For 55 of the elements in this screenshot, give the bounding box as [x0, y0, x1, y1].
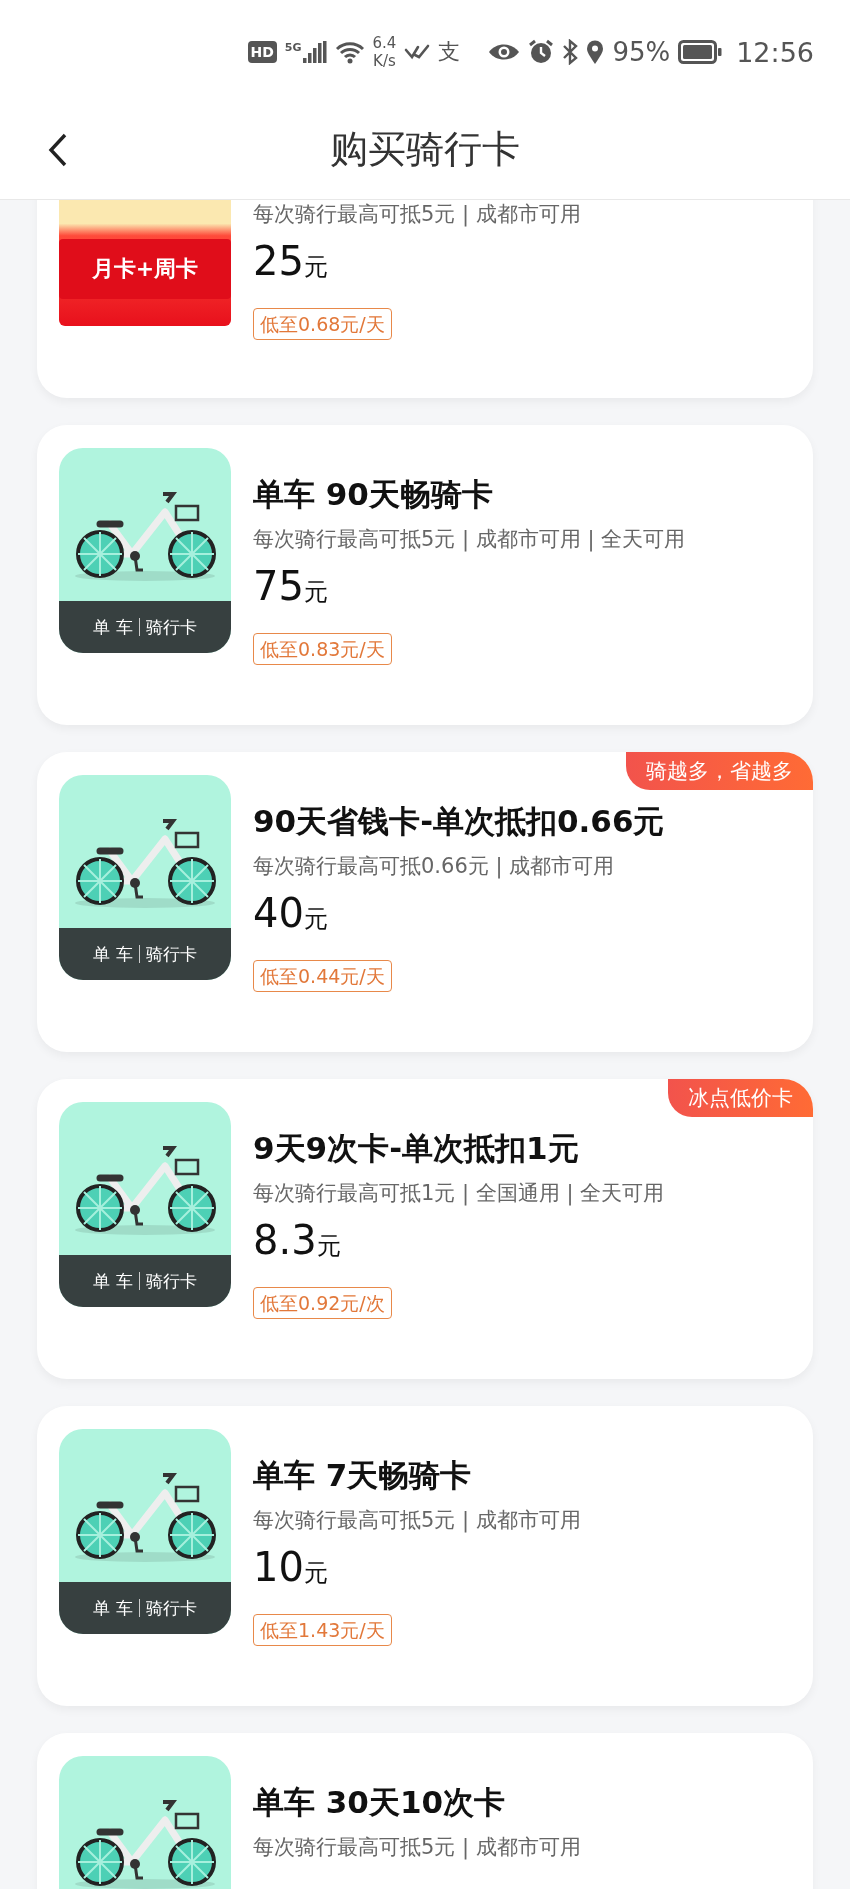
card-title: 单车 7天畅骑卡: [253, 1456, 472, 1495]
price-amount: 40: [253, 890, 304, 936]
tile-type: 骑行卡: [145, 942, 197, 966]
tile-brand: 单 车: [93, 1596, 133, 1620]
signal-icon: [302, 41, 327, 63]
tile-brand: 单 车: [93, 942, 133, 966]
card-description: 每次骑行最高可抵5元 | 成都市可用: [253, 201, 581, 229]
speed-unit: K/s: [373, 52, 396, 70]
card-title: 9天9次卡-单次抵扣1元: [253, 1129, 579, 1168]
clock-time: 12:56: [736, 36, 814, 68]
tile-type: 骑行卡: [145, 1596, 197, 1620]
tile-brand: 单 车: [93, 1269, 133, 1293]
price-unit: 元: [316, 1232, 341, 1260]
back-chevron-icon: [48, 132, 68, 167]
price-unit: 元: [303, 905, 328, 933]
unit-price-tag: 低至0.68元/天: [253, 308, 392, 340]
network-label: 5G: [284, 41, 302, 54]
unit-price-tag: 低至0.83元/天: [253, 633, 392, 665]
card-title: 单车 90天畅骑卡: [253, 475, 493, 514]
unit-price-tag: 低至0.44元/天: [253, 960, 392, 992]
price-unit: 元: [303, 1559, 328, 1587]
price-amount: 8.3: [253, 1217, 317, 1263]
bluetooth-icon: [562, 39, 579, 65]
card-description: 每次骑行最高可抵5元 | 成都市可用: [253, 1834, 581, 1862]
check-mark-icon: [404, 44, 431, 60]
tile-brand: 单 车: [93, 615, 133, 639]
unit-price-tag: 低至1.43元/天: [253, 1614, 392, 1646]
page-title: 购买骑行卡: [330, 126, 520, 173]
card-description: 每次骑行最高可抵5元 | 成都市可用: [253, 1507, 581, 1535]
card-title: 单车 30天10次卡: [253, 1783, 506, 1822]
tile-type: 骑行卡: [145, 615, 197, 639]
app-glyph: 支: [438, 38, 461, 66]
card-title: 90天省钱卡-单次抵扣0.66元: [253, 802, 665, 841]
price-amount: 75: [253, 563, 304, 609]
back-button[interactable]: [48, 132, 68, 167]
hd-badge: HD: [247, 41, 277, 63]
battery-icon: [678, 40, 723, 64]
price-unit: 元: [303, 253, 328, 281]
speed-value: 6.4: [372, 34, 397, 52]
promo-badge: 骑越多，省越多: [626, 752, 813, 790]
card-description: 每次骑行最高可抵5元 | 成都市可用 | 全天可用: [253, 526, 686, 554]
battery-percent: 95%: [612, 37, 671, 67]
unit-price-tag: 低至0.92元/次: [253, 1287, 392, 1319]
tile-type: 骑行卡: [145, 1269, 197, 1293]
eye-icon: [488, 42, 521, 62]
alarm-clock-icon: [528, 39, 555, 65]
card-description: 每次骑行最高可抵0.66元 | 成都市可用: [253, 853, 615, 881]
price-unit: 元: [303, 578, 328, 606]
location-pin-icon: [586, 40, 605, 64]
price-amount: 25: [253, 238, 304, 284]
wifi-icon: [334, 40, 365, 64]
tile-label: 月卡+周卡: [91, 255, 199, 283]
card-description: 每次骑行最高可抵1元 | 全国通用 | 全天可用: [253, 1180, 665, 1208]
price-amount: 10: [253, 1544, 304, 1590]
promo-badge: 冰点低价卡: [668, 1079, 813, 1117]
